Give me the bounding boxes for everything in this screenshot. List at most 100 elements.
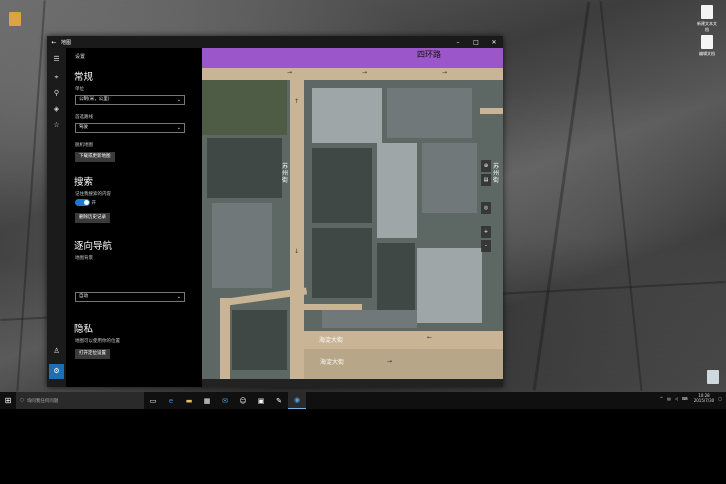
photos-icon[interactable]: ▣ [252,392,270,409]
clear-history-button[interactable]: 删除历史记录 [75,213,110,223]
map-background-value: 自动 [79,294,88,299]
zoom-in-icon[interactable]: + [481,226,491,238]
location-settings-button[interactable]: 打开定位设置 [75,349,110,359]
zoom-out-icon[interactable]: – [481,240,491,252]
file-explorer-icon[interactable]: ▬ [180,392,198,409]
account-icon[interactable]: ♙ [49,344,64,359]
map-block [387,88,472,138]
privacy-heading: 隐私 [74,324,94,335]
map-block [212,203,272,288]
store-icon[interactable]: ▦ [198,392,216,409]
map-block [417,248,482,323]
road-arrow-icon: → [442,69,448,76]
layers-icon[interactable]: ▤ [481,174,491,186]
units-value: 公制(米，公里) [79,97,110,102]
service-road [202,68,503,80]
road-arrow-icon: → [362,69,368,76]
location-label: 地图可以使用你的位置 [75,339,120,344]
settings-icon[interactable]: ⚙ [49,364,64,379]
map-block [312,228,372,298]
map-background-label: 地图背景 [75,256,93,261]
route-label: 首选路线 [75,115,93,120]
highway-road [202,48,503,68]
people-icon[interactable]: ☺ [234,392,252,409]
side-road [480,108,503,114]
compass-icon[interactable]: ⊕ [481,160,491,172]
notification-icon[interactable]: ▢ [718,396,722,401]
map-block [312,148,372,223]
maximize-button[interactable]: □ [467,39,485,46]
remember-searches-label: 记住我搜索的内容 [75,192,111,197]
remember-searches-toggle[interactable] [75,199,90,206]
cortana-search-box[interactable]: ○ 询问我任何问题 [16,392,144,409]
cortana-icon: ○ [20,398,24,403]
network-icon[interactable]: ▤ [667,396,671,401]
road-label-south-1: 海淀大街 [319,337,344,344]
clock[interactable]: 10:28 2015/7/30 [694,393,715,403]
edge-icon[interactable]: e [162,392,180,409]
hamburger-menu-icon[interactable]: ☰ [49,52,64,67]
map-block [322,310,417,328]
desktop-icon-document[interactable]: 编辑文档 [696,35,718,57]
side-road [220,298,230,379]
download-maps-button[interactable]: 下载或更新地图 [75,152,115,162]
road-label-south-2: 海淀大街 [320,359,345,366]
road-arrow-icon: → [287,69,293,76]
general-heading: 常规 [74,72,94,83]
route-select[interactable]: 驾驶 ⌄ [75,123,185,133]
taskbar: ⊞ ○ 询问我任何问题 ▭ e ▬ ▦ ✉ ☺ ▣ ✎ ◉ ^ ▤ ◁ ⌨ 10… [0,392,726,409]
chevron-up-icon[interactable]: ^ [660,396,663,401]
document-icon [701,35,713,49]
search-icon[interactable]: ⚲ [49,86,64,101]
maps-window: ← 地图 – □ ✕ ☰ ⌖ ⚲ ◈ ☆ ♙ ⚙ 设置 常规 单位 公制(米，公… [47,36,503,387]
keyboard-icon[interactable]: ⌨ [682,396,688,401]
map-background-select[interactable]: 自动 ⌄ [75,292,185,302]
map-icon[interactable]: ⌖ [49,70,64,85]
black-area [0,409,726,484]
volume-icon[interactable]: ◁ [675,396,678,401]
road-arrow-icon: ↑ [294,98,300,105]
search-heading: 搜索 [74,177,94,188]
road-arrow-icon: ← [427,334,433,341]
desktop-icon-recycle-bin[interactable] [702,370,724,386]
map-block [202,80,287,135]
toggle-state: 开 [91,201,96,206]
map-view[interactable]: 四环路 → → → 苏州街 ↑ ↓ ↓ 海淀大街 海淀大街 ← → 苏州街 [202,48,503,379]
task-view-icon[interactable]: ▭ [144,392,162,409]
desktop-icon-text-file[interactable]: 新建文本文档 [696,5,718,33]
chevron-down-icon: ⌄ [176,125,181,131]
maps-icon[interactable]: ◉ [288,392,306,409]
chevron-down-icon: ⌄ [176,294,181,300]
paint-icon[interactable]: ✎ [270,392,288,409]
remember-toggle-row: 开 [75,199,96,206]
units-select[interactable]: 公制(米，公里) ⌄ [75,95,185,105]
navigation-heading: 逐向导航 [74,241,113,252]
close-button[interactable]: ✕ [485,39,503,46]
wallpaper-detail [532,1,591,391]
map-block [422,143,477,213]
desktop-icon-app[interactable] [4,12,26,28]
mail-icon[interactable]: ✉ [216,392,234,409]
start-button[interactable]: ⊞ [0,396,16,405]
road-label-main: 四环路 [417,50,441,59]
locate-icon[interactable]: ◎ [481,202,491,214]
map-block [207,138,282,198]
desktop-icon-label: 编辑文档 [699,51,715,56]
route-value: 驾驶 [79,125,88,130]
recycle-bin-icon [707,370,719,384]
window-title: 地图 [61,39,72,46]
map-block [312,88,382,143]
offline-maps-label: 脱机地图 [75,143,93,148]
favorites-icon[interactable]: ☆ [49,118,64,133]
title-bar: ← 地图 – □ ✕ [47,36,503,48]
vertical-road [290,80,304,379]
settings-panel: 设置 常规 单位 公制(米，公里) ⌄ 首选路线 驾驶 ⌄ 脱机地图 下载或更新… [66,48,202,387]
road-label-vertical: 苏州街 [282,163,289,184]
units-label: 单位 [75,87,84,92]
map-status-bar [202,379,503,387]
directions-icon[interactable]: ◈ [49,102,64,117]
map-block [377,143,417,238]
back-arrow-icon[interactable]: ← [47,39,61,46]
minimize-button[interactable]: – [449,39,467,46]
desktop-icon-label: 新建文本文档 [697,21,717,32]
